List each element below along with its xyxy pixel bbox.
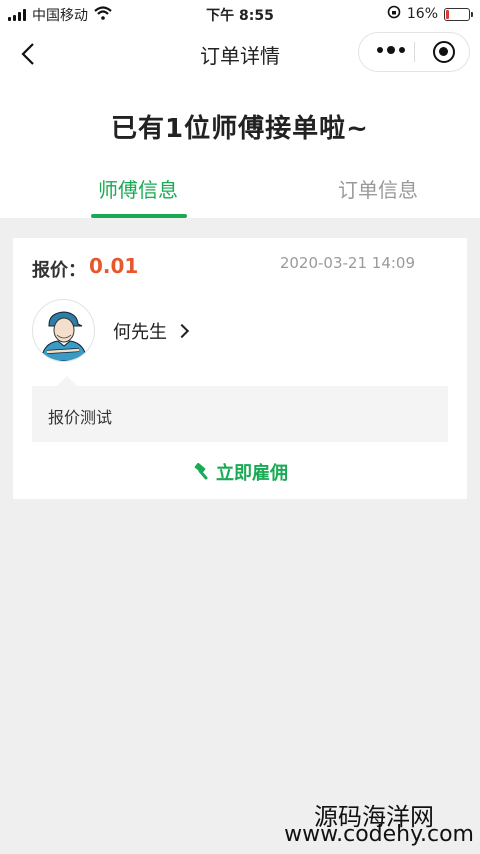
battery-percent: 16% <box>406 6 438 22</box>
battery-icon <box>444 7 473 21</box>
header-area: 中国移动 下午 8:55 16% 订单详情 已有1位师傅接单啦~ 师傅信息 订单… <box>0 0 480 218</box>
worker-name: 何先生 <box>113 322 167 343</box>
price-label: 报价： <box>32 260 86 281</box>
worker-quote-card: 报价： 0.01 2020-03-21 14:09 何先生 报价测试 立即雇佣 <box>13 238 467 499</box>
worker-profile-link[interactable]: 何先生 <box>113 318 190 344</box>
tab-order-info[interactable]: 订单信息 <box>338 174 418 203</box>
lock-rotation-icon <box>387 5 401 23</box>
more-dots-icon[interactable] <box>377 46 405 54</box>
watermark-url: www.codehy.com <box>284 822 474 847</box>
quote-date: 2020-03-21 14:09 <box>279 254 415 272</box>
hire-now-button[interactable]: 立即雇佣 <box>13 459 467 485</box>
chevron-right-icon <box>174 323 190 339</box>
quote-message-bubble: 报价测试 <box>32 386 448 442</box>
active-tab-indicator <box>91 214 187 218</box>
avatar[interactable] <box>32 299 95 362</box>
mini-program-capsule <box>358 32 470 72</box>
bubble-pointer <box>57 376 77 386</box>
order-status-headline: 已有1位师傅接单啦~ <box>111 114 369 144</box>
status-bar: 中国移动 下午 8:55 16% <box>0 0 480 28</box>
hammer-icon <box>194 463 208 480</box>
navigation-bar: 订单详情 <box>0 28 480 76</box>
tab-worker-info[interactable]: 师傅信息 <box>98 174 178 203</box>
target-icon[interactable] <box>433 41 455 63</box>
hire-now-label: 立即雇佣 <box>216 463 288 484</box>
price-value: 0.01 <box>89 254 139 278</box>
capsule-divider <box>414 42 415 62</box>
quote-message: 报价测试 <box>48 408 113 427</box>
